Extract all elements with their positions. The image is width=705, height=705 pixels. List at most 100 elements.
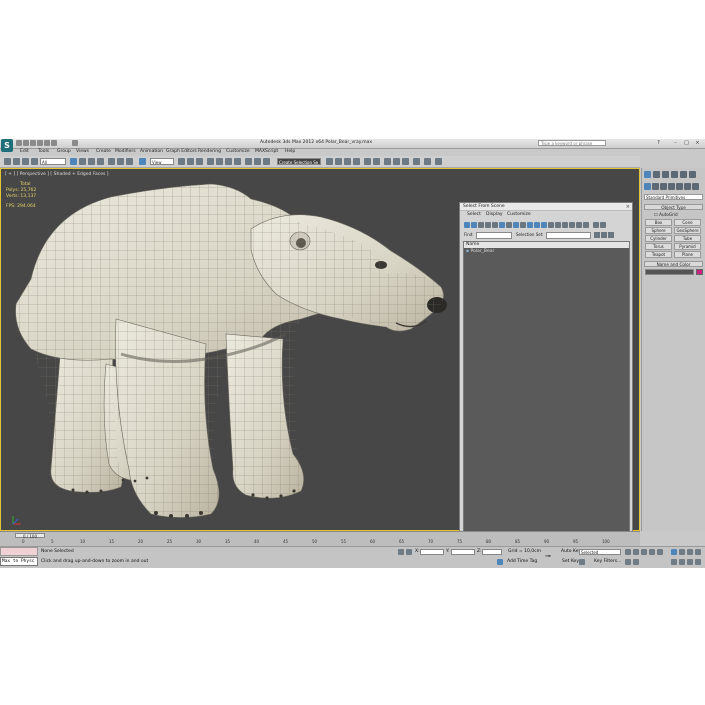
x-coordinate-field[interactable] [420,549,444,555]
motion-tab-icon[interactable] [671,171,678,178]
dialog-menu-display[interactable]: Display [486,212,503,217]
material-editor-icon[interactable] [364,158,371,165]
y-coordinate-field[interactable] [451,549,475,555]
rendered-frame-window-icon[interactable] [384,158,391,165]
utilities-tab-icon[interactable] [689,171,696,178]
select-none-icon[interactable] [576,222,582,228]
systems-icon[interactable] [692,183,699,190]
menu-create[interactable]: Create [96,149,111,154]
time-config-icon[interactable] [625,559,631,565]
dialog-menu-select[interactable]: Select [467,212,481,217]
edit-named-selection-icon[interactable] [245,158,252,165]
keyboard-shortcut-icon[interactable] [196,158,203,165]
menu-rendering[interactable]: Rendering [198,149,221,154]
go-to-start-icon[interactable] [625,549,631,555]
box-button[interactable]: Box [645,219,672,226]
delete-selection-set-icon[interactable] [601,232,607,238]
menu-customize[interactable]: Customize [226,149,250,154]
display-invert-icon[interactable] [562,222,568,228]
new-file-icon[interactable] [16,140,22,146]
select-move-icon[interactable] [108,158,115,165]
lock-selection-icon[interactable] [398,549,404,555]
pyramid-button[interactable]: Pyramid [674,243,701,250]
field-of-view-icon[interactable] [671,559,677,565]
object-color-swatch[interactable] [696,269,703,275]
redo-icon[interactable] [44,140,50,146]
pan-view-icon[interactable] [679,559,685,565]
dialog-close-icon[interactable]: × [626,203,630,211]
hierarchy-tab-icon[interactable] [662,171,669,178]
environment-icon[interactable] [424,158,431,165]
menu-animation[interactable]: Animation [140,149,163,154]
sphere-button[interactable]: Sphere [645,227,672,234]
select-rotate-icon[interactable] [117,158,124,165]
display-frozen-icon[interactable] [534,222,540,228]
object-type-rollout[interactable]: Object Type [644,204,703,210]
layer-manager-icon[interactable] [326,158,333,165]
key-mode-icon[interactable]: ⊸ [545,552,551,560]
menu-edit[interactable]: Edit [20,149,29,154]
list-item[interactable]: ▪ Polar_Bear [466,249,494,254]
align-icon[interactable] [263,158,270,165]
menu-modifiers[interactable]: Modifiers [115,149,136,154]
project-folder-icon[interactable] [51,140,57,146]
menu-maxscript[interactable]: MAXScript [255,149,278,154]
reference-coordinate-dropdown[interactable]: View [150,158,174,165]
z-coordinate-field[interactable] [482,549,502,555]
app-logo-icon[interactable]: S [1,139,13,152]
next-frame-icon[interactable] [649,549,655,555]
cameras-icon[interactable] [668,183,675,190]
teapot-render-icon[interactable] [413,158,420,165]
display-containers-icon[interactable] [527,222,533,228]
key-filters-button[interactable]: Key Filters... [594,559,621,564]
display-shapes-icon[interactable] [471,222,477,228]
unlink-icon[interactable] [22,158,29,165]
display-groups-icon[interactable] [506,222,512,228]
select-link-icon[interactable] [13,158,20,165]
select-object-icon[interactable] [70,158,77,165]
undo-icon[interactable] [37,140,43,146]
scene-object-list[interactable]: Name ▪ Polar_Bear [463,241,630,543]
filter-options-icon[interactable] [600,222,606,228]
menu-help[interactable]: Help [285,149,295,154]
space-warps-icon[interactable] [684,183,691,190]
zoom-icon[interactable] [671,549,677,555]
menu-group[interactable]: Group [57,149,71,154]
create-tab-icon[interactable] [644,171,651,178]
minimize-button[interactable]: – [672,140,679,146]
save-file-icon[interactable] [30,140,36,146]
display-all-icon[interactable] [548,222,554,228]
select-by-name-icon[interactable] [79,158,86,165]
menu-tools[interactable]: Tools [38,149,49,154]
display-bones-icon[interactable] [520,222,526,228]
tube-button[interactable]: Tube [674,235,701,242]
pivot-center-icon[interactable] [178,158,185,165]
geometry-icon[interactable] [644,183,651,190]
bind-space-warp-icon[interactable] [31,158,38,165]
selection-filter-dropdown[interactable]: All [40,158,66,165]
menu-graph-editors[interactable]: Graph Editors [166,149,197,154]
previous-frame-icon[interactable] [633,549,639,555]
display-none-icon[interactable] [555,222,561,228]
column-header-name[interactable]: Name [464,242,629,248]
display-helpers-icon[interactable] [492,222,498,228]
save-selection-set-icon[interactable] [594,232,600,238]
named-selection-set-dropdown[interactable]: Create Selection Se [277,158,321,165]
select-invert-icon[interactable] [583,222,589,228]
select-scale-icon[interactable] [126,158,133,165]
angle-snap-icon[interactable] [216,158,223,165]
graphite-tools-icon[interactable] [335,158,342,165]
render-setup-icon[interactable] [373,158,380,165]
key-selection-dropdown[interactable]: Selected [579,549,621,555]
help-icon[interactable]: ? [655,140,662,146]
set-key-label[interactable]: Set Key [562,559,579,564]
dialog-menu-customize[interactable]: Customize [507,212,531,217]
maxscript-mini-listener[interactable]: Max to Physc [0,557,38,566]
curve-editor-icon[interactable] [344,158,351,165]
cone-button[interactable]: Cone [674,219,701,226]
lights-icon[interactable] [660,183,667,190]
search-input[interactable]: Type a keyword or phrase [538,140,606,146]
open-file-icon[interactable] [23,140,29,146]
primitive-category-dropdown[interactable]: Standard Primitives [644,194,703,200]
shapes-icon[interactable] [652,183,659,190]
